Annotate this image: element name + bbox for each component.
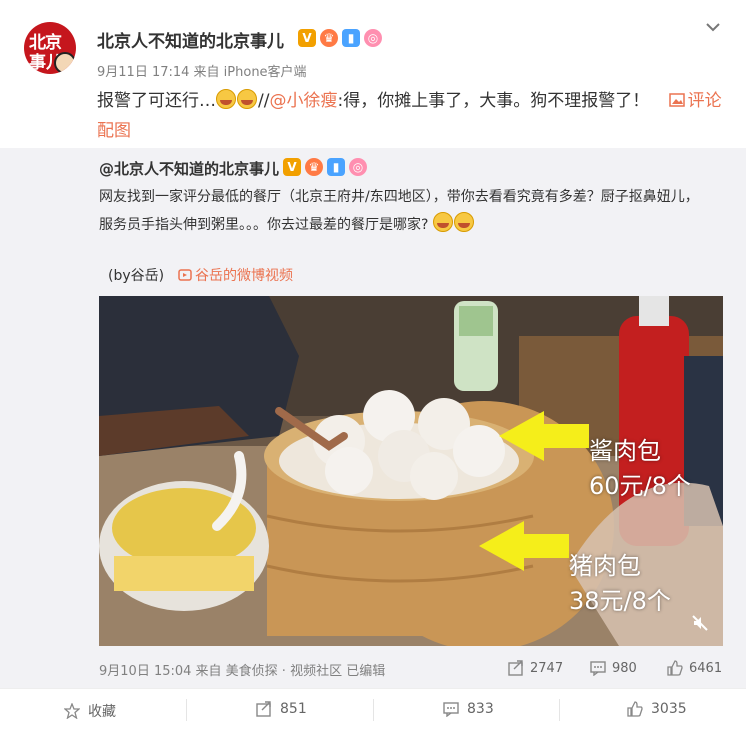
- thumbs-up-icon: [627, 701, 643, 717]
- forward-icon: [256, 701, 271, 717]
- repost-author-badges: V ♛ ▮ ◎: [283, 158, 367, 176]
- video-link[interactable]: 谷岳的微博视频: [178, 265, 293, 285]
- video-link-label: 谷岳的微博视频: [195, 268, 293, 284]
- favorite-label: 收藏: [88, 704, 116, 720]
- laugh-cry-emoji-icon: [432, 212, 453, 232]
- comment-icon: [590, 661, 606, 676]
- repost-comment-count: 980: [612, 660, 637, 676]
- mute-icon[interactable]: [691, 614, 709, 636]
- comment-count: 833: [467, 701, 494, 717]
- video-annotation-item1-price: 60元/8个: [589, 472, 691, 500]
- video-credit: (by谷岳): [108, 268, 165, 284]
- author-badges: V ♛ ▮ ◎: [298, 29, 382, 47]
- avatar-face-icon: [54, 52, 76, 74]
- repost-text-body: 网友找到一家评分最低的餐厅（北京王府井/东四地区），带你去看看究竟有多差？厨子抠…: [99, 189, 699, 233]
- author-name[interactable]: 北京人不知道的北京事儿: [97, 27, 284, 52]
- divider: [186, 699, 187, 721]
- donut-icon[interactable]: ◎: [349, 158, 367, 176]
- comment-icon: [443, 702, 459, 717]
- forward-count: 851: [280, 701, 307, 717]
- post-text: 报警了可还行…//@小徐瘦:得，你摊上事了，大事。狗不理报警了！ 评论配图: [97, 86, 727, 146]
- repost-comment-action[interactable]: 980: [590, 660, 637, 676]
- post-text-part-3: :得，你摊上事了，大事。狗不理报警了！: [337, 91, 650, 111]
- divider: [373, 699, 374, 721]
- repost-like-action[interactable]: 6461: [667, 660, 722, 676]
- like-button[interactable]: 3035: [627, 701, 687, 717]
- laugh-cry-emoji-icon: [237, 89, 257, 109]
- repost-meta: 9月10日 15:04 来自 美食侦探 · 视频社区 已编辑: [99, 664, 386, 679]
- favorite-button[interactable]: 收藏: [64, 701, 116, 721]
- post-text-part-1: 报警了可还行…: [97, 91, 216, 111]
- avatar[interactable]: 北京 事儿: [24, 22, 76, 74]
- forward-button[interactable]: 851: [256, 701, 307, 717]
- verified-v-icon[interactable]: V: [283, 158, 301, 176]
- donut-icon[interactable]: ◎: [364, 29, 382, 47]
- vip-crown-icon[interactable]: ♛: [305, 158, 323, 176]
- image-icon: [668, 93, 685, 107]
- like-count: 3035: [651, 701, 687, 717]
- repost-like-count: 6461: [689, 660, 723, 676]
- post-meta: 9月11日 17:14 来自 iPhone客户端: [97, 65, 307, 80]
- weibo-card: 北京 事儿 北京人不知道的北京事儿 V ♛ ▮ ◎ 9月11日 17:14 来自…: [0, 0, 746, 732]
- video-annotation-item2-name: 猪肉包: [569, 552, 641, 580]
- forward-icon: [508, 660, 523, 676]
- comment-button[interactable]: 833: [443, 701, 494, 717]
- post-text-part-2: //: [258, 91, 270, 111]
- divider: [559, 699, 560, 721]
- video-annotation-item2-price: 38元/8个: [569, 587, 671, 615]
- laugh-cry-emoji-icon: [216, 89, 236, 109]
- bottle-icon[interactable]: ▮: [327, 158, 345, 176]
- repost-forward-count: 2747: [530, 660, 564, 676]
- repost-author[interactable]: @北京人不知道的北京事儿: [99, 158, 279, 179]
- video-icon: [178, 269, 192, 281]
- chevron-down-icon[interactable]: [704, 18, 722, 41]
- action-bar: 收藏 851 833 3035: [0, 688, 746, 732]
- star-icon: [64, 703, 80, 719]
- mention-link[interactable]: @小徐瘦: [269, 91, 337, 111]
- vip-crown-icon[interactable]: ♛: [320, 29, 338, 47]
- laugh-cry-emoji-icon: [453, 212, 474, 232]
- verified-v-icon[interactable]: V: [298, 29, 316, 47]
- video-player[interactable]: 酱肉包 60元/8个 猪肉包 38元/8个: [99, 296, 723, 646]
- repost-forward-action[interactable]: 2747: [508, 660, 563, 676]
- repost-text: 网友找到一家评分最低的餐厅（北京王府井/东四地区），带你去看看究竟有多差？厨子抠…: [99, 183, 709, 239]
- video-annotation-item1-name: 酱肉包: [589, 437, 661, 465]
- bottle-icon[interactable]: ▮: [342, 29, 360, 47]
- thumbs-up-icon: [667, 660, 683, 676]
